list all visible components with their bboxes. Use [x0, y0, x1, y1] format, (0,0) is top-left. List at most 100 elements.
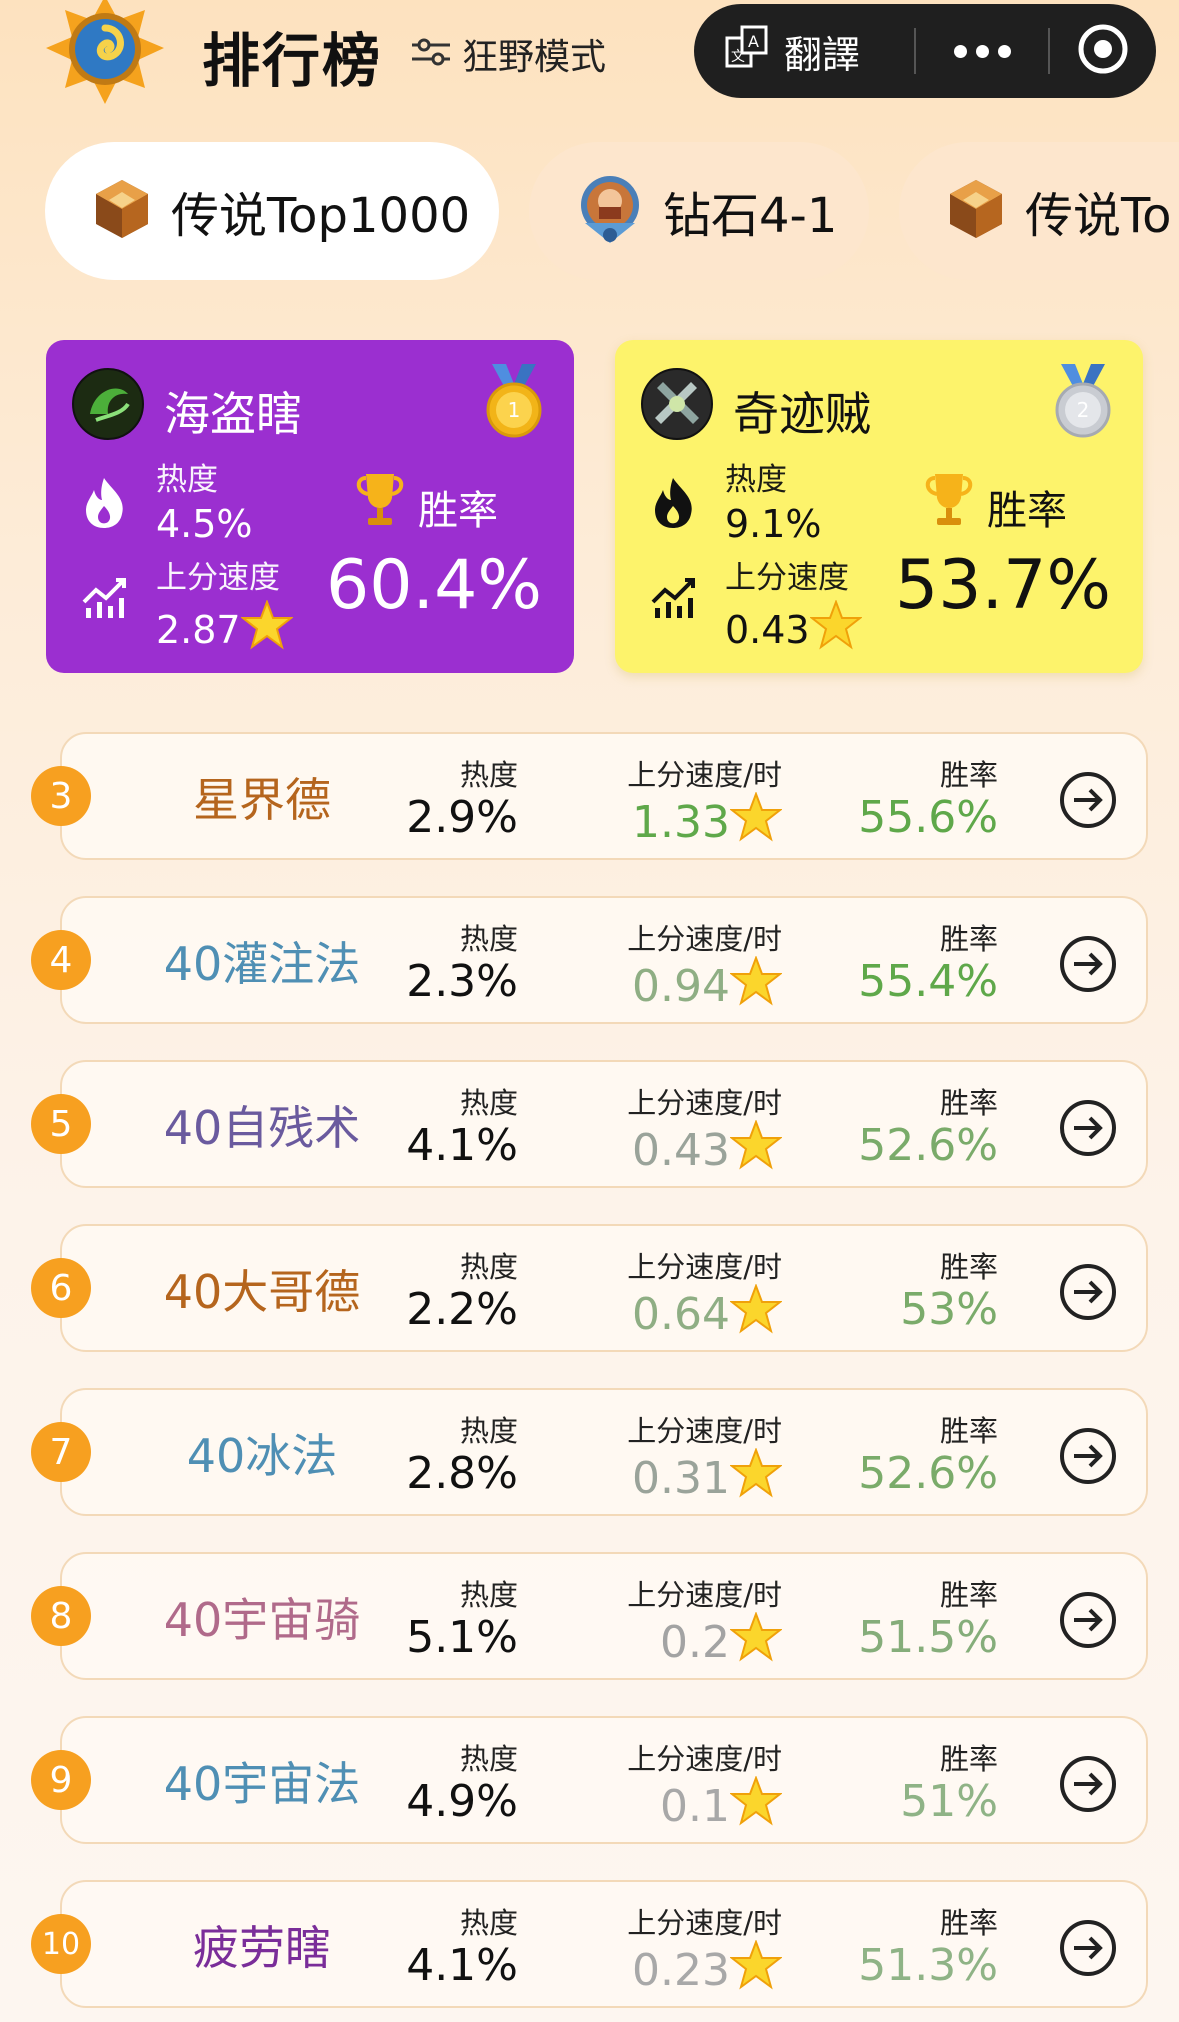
- more-dot-icon: [975, 44, 989, 58]
- list-item[interactable]: 星界德 热度 2.9% 上分速度/时 1.33 胜率 55.6%: [60, 732, 1148, 860]
- trend-up-icon: [80, 574, 132, 624]
- top-card-rank-2[interactable]: 奇迹贼 2 热度 9.1% 上分速度 0.43 胜率 53.7%: [615, 340, 1143, 673]
- hot-value: 5.1%: [406, 1612, 518, 1663]
- winrate-value: 51%: [900, 1776, 998, 1827]
- winrate-value: 55.4%: [858, 956, 998, 1007]
- mode-selector[interactable]: 狂野模式: [410, 28, 606, 80]
- deck-name: 40自残术: [163, 1101, 361, 1155]
- list-item[interactable]: 40自残术 热度 4.1% 上分速度/时 0.43 胜率 52.6%: [60, 1060, 1148, 1188]
- hot-value: 2.9%: [406, 792, 518, 843]
- sliders-icon: [410, 35, 452, 73]
- deck-name: 星界德: [193, 773, 331, 827]
- tab-diamond-4-1[interactable]: 钻石4-1: [529, 142, 869, 280]
- hot-value: 2.2%: [406, 1284, 518, 1335]
- winrate-value: 53.7%: [895, 546, 1112, 625]
- hot-label: 热度: [459, 758, 518, 792]
- hot-label: 热度: [459, 1250, 518, 1284]
- translate-label: 翻譯: [784, 32, 861, 77]
- svg-text:A: A: [748, 32, 759, 51]
- arrow-right-circle-icon[interactable]: [1058, 1754, 1118, 1818]
- arrow-right-circle-icon[interactable]: [1058, 1098, 1118, 1162]
- winrate-label: 胜率: [418, 488, 498, 534]
- hot-label: 热度: [459, 1414, 518, 1448]
- rank-tabs: 传说Top1000 钻石4-1 传说To: [0, 142, 1179, 282]
- hot-value: 4.1%: [406, 1120, 518, 1171]
- star-icon: [729, 1939, 783, 2001]
- list-item[interactable]: 40宇宙骑 热度 5.1% 上分速度/时 0.2 胜率 51.5%: [60, 1552, 1148, 1680]
- hot-label: 热度: [156, 462, 218, 498]
- winrate-label: 胜率: [939, 922, 998, 956]
- mode-label: 狂野模式: [462, 37, 607, 78]
- winrate-value: 51.3%: [858, 1940, 998, 1991]
- list-item[interactable]: 40大哥德 热度 2.2% 上分速度/时 0.64 胜率 53%: [60, 1224, 1148, 1352]
- close-miniapp-button[interactable]: [1050, 22, 1156, 80]
- tab-legend-top1000[interactable]: 传说Top1000: [45, 142, 499, 280]
- speed-value: 0.31: [632, 1447, 783, 1509]
- speed-label: 上分速度/时: [627, 1742, 782, 1776]
- hot-label: 热度: [459, 1906, 518, 1940]
- top-card-rank-1[interactable]: 海盗瞎 1 热度 4.5% 上分速度 2.87 胜率 60.4%: [46, 340, 574, 673]
- rank-badge: 5: [31, 1094, 91, 1154]
- svg-text:1: 1: [508, 398, 521, 422]
- legend-rank-icon: [93, 178, 151, 244]
- deck-name: 40宇宙骑: [163, 1593, 361, 1647]
- deck-name: 奇迹贼: [733, 387, 871, 441]
- rank-badge: 3: [31, 766, 91, 826]
- winrate-value: 51.5%: [858, 1612, 998, 1663]
- star-icon: [729, 1447, 783, 1509]
- rank-badge: 10: [31, 1914, 91, 1974]
- star-icon: [808, 599, 863, 659]
- arrow-right-circle-icon[interactable]: [1058, 1590, 1118, 1654]
- silver-medal-icon: 2: [1053, 362, 1113, 442]
- fire-icon: [651, 476, 697, 534]
- more-button[interactable]: [916, 44, 1048, 58]
- winrate-label: 胜率: [939, 1086, 998, 1120]
- svg-text:2: 2: [1077, 398, 1090, 422]
- hot-label: 热度: [459, 922, 518, 956]
- header-bar: 排行榜 狂野模式 A 文 翻譯: [0, 0, 1179, 115]
- deck-name: 40宇宙法: [163, 1757, 361, 1811]
- list-item[interactable]: 40冰法 热度 2.8% 上分速度/时 0.31 胜率 52.6%: [60, 1388, 1148, 1516]
- trend-up-icon: [649, 574, 701, 624]
- winrate-label: 胜率: [939, 1906, 998, 1940]
- arrow-right-circle-icon[interactable]: [1058, 1262, 1118, 1326]
- speed-value: 0.23: [632, 1939, 783, 2001]
- star-icon: [729, 1775, 783, 1837]
- winrate-value: 60.4%: [326, 546, 543, 625]
- arrow-right-circle-icon[interactable]: [1058, 1918, 1118, 1982]
- winrate-value: 55.6%: [858, 792, 998, 843]
- arrow-right-circle-icon[interactable]: [1058, 770, 1118, 834]
- gold-medal-icon: 1: [484, 362, 544, 442]
- arrow-right-circle-icon[interactable]: [1058, 1426, 1118, 1490]
- hearthstone-logo-icon: [40, 0, 170, 112]
- list-item[interactable]: 疲劳瞎 热度 4.1% 上分速度/时 0.23 胜率 51.3%: [60, 1880, 1148, 2008]
- hot-value: 2.8%: [406, 1448, 518, 1499]
- hot-label: 热度: [459, 1086, 518, 1120]
- rank-badge: 6: [31, 1258, 91, 1318]
- hot-value: 9.1%: [725, 502, 822, 546]
- arrow-right-circle-icon[interactable]: [1058, 934, 1118, 998]
- hot-value: 4.1%: [406, 1940, 518, 1991]
- more-dot-icon: [997, 44, 1011, 58]
- tab-legend-other[interactable]: 传说To: [899, 142, 1179, 280]
- speed-value: 0.64: [632, 1283, 783, 1345]
- speed-value: 0.43: [725, 599, 863, 659]
- speed-label: 上分速度/时: [627, 922, 782, 956]
- winrate-label: 胜率: [939, 758, 998, 792]
- winrate-value: 53%: [900, 1284, 998, 1335]
- list-item[interactable]: 40宇宙法 热度 4.9% 上分速度/时 0.1 胜率 51%: [60, 1716, 1148, 1844]
- speed-value: 0.43: [632, 1119, 783, 1181]
- winrate-value: 52.6%: [858, 1120, 998, 1171]
- speed-number: 0.23: [632, 1945, 730, 1996]
- rank-badge: 4: [31, 930, 91, 990]
- speed-label: 上分速度/时: [627, 1906, 782, 1940]
- star-icon: [239, 599, 294, 659]
- speed-value: 0.2: [660, 1611, 783, 1673]
- page-title: 排行榜: [202, 27, 383, 95]
- speed-value: 0.1: [660, 1775, 783, 1837]
- tab-label: 钻石4-1: [663, 188, 838, 244]
- translate-button[interactable]: A 文 翻譯: [694, 24, 914, 79]
- speed-number: 0.31: [632, 1453, 730, 1504]
- list-item[interactable]: 40灌注法 热度 2.3% 上分速度/时 0.94 胜率 55.4%: [60, 896, 1148, 1024]
- speed-number: 0.2: [660, 1617, 730, 1668]
